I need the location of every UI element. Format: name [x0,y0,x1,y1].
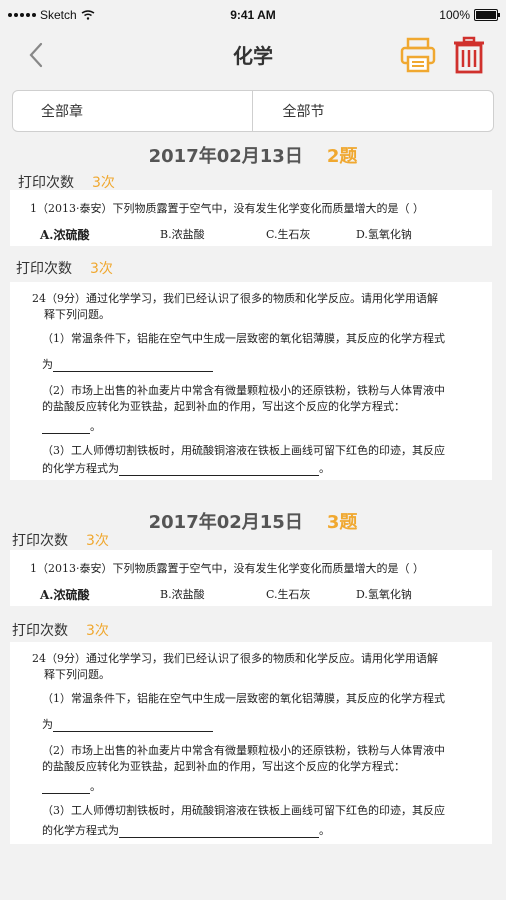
print-count: 3次 [92,175,115,191]
printer-icon[interactable] [398,36,438,74]
chapter-filter[interactable]: 全部章 [13,91,253,131]
question-line: 释下列问题。 [44,668,110,681]
question-card[interactable]: 24（9分）通过化学学习，我们已经认识了很多的物质和化学反应。请用化学用语解 释… [10,282,492,480]
answer-blank [42,423,90,434]
print-count-row: 打印次数 3次 [12,620,109,640]
question-line: 释下列问题。 [44,308,110,321]
question-line: （2）市场上出售的补血麦片中常含有微量颗粒极小的还原铁粉，铁粉与人体胃液中 [42,384,445,397]
answer-blank [119,827,319,838]
filter-bar: 全部章 全部节 [12,90,494,132]
print-count: 3次 [90,261,113,277]
nav-bar: 化学 [0,28,506,82]
option-a: A.浓硫酸 [40,588,90,602]
trash-icon[interactable] [452,36,486,74]
question-line: 的盐酸反应转化为亚铁盐，起到补血的作用，写出这个反应的化学方程式： [42,760,405,773]
option-c: C.生石灰 [266,588,311,601]
print-label: 打印次数 [16,261,72,277]
clock: 9:41 AM [230,8,276,22]
option-d: D.氢氧化钠 [356,228,412,241]
print-count: 3次 [86,623,109,639]
print-count-row: 打印次数 3次 [16,258,113,278]
print-count: 3次 [86,533,109,549]
battery-percent: 100% [439,8,470,22]
question-line: （2）市场上出售的补血麦片中常含有微量颗粒极小的还原铁粉，铁粉与人体胃液中 [42,744,445,757]
answer-blank [53,721,213,732]
battery-icon [474,9,500,21]
answer-blank-line: 为 [42,356,213,372]
answer-blank-line: 的化学方程式为 。 [42,822,330,838]
question-line: （3）工人师傅切割铁板时，用硫酸铜溶液在铁板上画线可留下红色的印迹，其反应 [42,804,445,817]
question-line: 。 [90,780,101,793]
print-label: 打印次数 [12,533,68,549]
group-date: 2017年02月15日 [148,512,303,533]
answer-blank-line: 为 [42,716,213,732]
group-header: 2017年02月13日 2题 [0,142,506,168]
question-line: （3）工人师傅切割铁板时，用硫酸铜溶液在铁板上画线可留下红色的印迹，其反应 [42,444,445,457]
question-line: 的盐酸反应转化为亚铁盐，起到补血的作用，写出这个反应的化学方程式： [42,400,405,413]
answer-blank [42,783,90,794]
question-line: 。 [319,824,330,837]
question-line: 。 [90,420,101,433]
answer-blank [53,361,213,372]
question-line: （1）常温条件下，铝能在空气中生成一层致密的氧化铝薄膜，其反应的化学方程式 [42,692,445,705]
question-line: 的化学方程式为 [42,462,119,475]
question-line: 24（9分）通过化学学习，我们已经认识了很多的物质和化学反应。请用化学用语解 [32,292,438,305]
question-line: 。 [319,462,330,475]
status-bar: Sketch 9:41 AM 100% [0,0,506,28]
section-filter[interactable]: 全部节 [253,91,494,131]
answer-blank [119,465,319,476]
print-label: 打印次数 [18,175,74,191]
answer-blank-line: 的化学方程式为 。 [42,460,330,476]
question-card[interactable]: 1（2013·泰安）下列物质露置于空气中，没有发生化学变化而质量增大的是（ ） … [10,190,492,246]
question-line: 24（9分）通过化学学习，我们已经认识了很多的物质和化学反应。请用化学用语解 [32,652,438,665]
option-a: A.浓硫酸 [40,228,90,242]
question-line: 为 [42,718,53,731]
status-right: 100% [439,8,500,22]
answer-blank-line: 。 [42,418,101,434]
option-b: B.浓盐酸 [160,228,205,241]
group-date: 2017年02月13日 [148,146,303,167]
question-line: （1）常温条件下，铝能在空气中生成一层致密的氧化铝薄膜，其反应的化学方程式 [42,332,445,345]
group-count: 2题 [326,146,358,167]
question-line: 为 [42,358,53,371]
question-card[interactable]: 24（9分）通过化学学习，我们已经认识了很多的物质和化学反应。请用化学用语解 释… [10,642,492,844]
print-label: 打印次数 [12,623,68,639]
question-line: 的化学方程式为 [42,824,119,837]
option-b: B.浓盐酸 [160,588,205,601]
question-stem: 1（2013·泰安）下列物质露置于空气中，没有发生化学变化而质量增大的是（ ） [30,202,424,215]
print-count-row: 打印次数 3次 [12,530,109,550]
question-stem: 1（2013·泰安）下列物质露置于空气中，没有发生化学变化而质量增大的是（ ） [30,562,424,575]
print-count-row: 打印次数 3次 [18,172,115,192]
option-d: D.氢氧化钠 [356,588,412,601]
answer-blank-line: 。 [42,778,101,794]
option-c: C.生石灰 [266,228,311,241]
question-card[interactable]: 1（2013·泰安）下列物质露置于空气中，没有发生化学变化而质量增大的是（ ） … [10,550,492,606]
group-count: 3题 [326,512,358,533]
